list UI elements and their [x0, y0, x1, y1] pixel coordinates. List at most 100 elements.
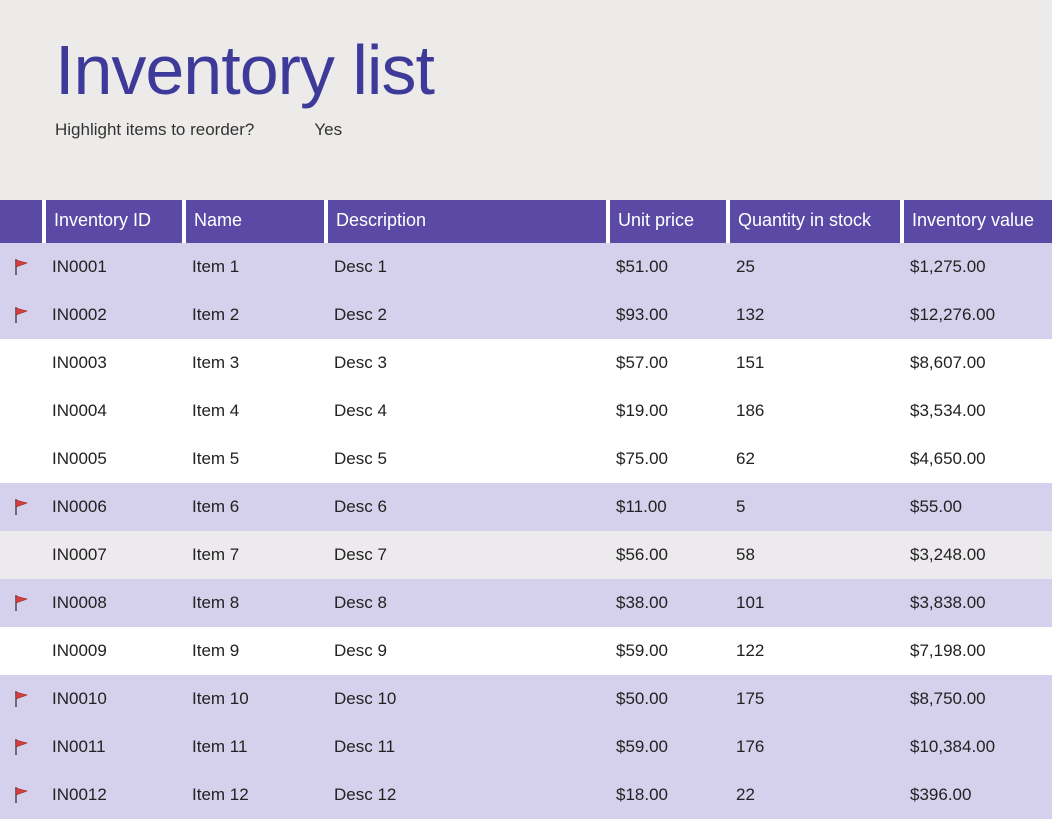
- table-header-row: Inventory ID Name Description Unit price…: [0, 200, 1052, 243]
- cell-description: Desc 3: [326, 339, 608, 387]
- table-row[interactable]: IN0004Item 4Desc 4$19.00186$3,534.00: [0, 387, 1052, 435]
- cell-inventory-value: $1,275.00: [902, 243, 1052, 291]
- flag-icon: [0, 483, 44, 531]
- cell-unit-price: $57.00: [608, 339, 728, 387]
- cell-description: Desc 10: [326, 675, 608, 723]
- reorder-setting: Highlight items to reorder? Yes: [55, 120, 1052, 140]
- cell-quantity: 5: [728, 483, 902, 531]
- cell-name: Item 3: [184, 339, 326, 387]
- cell-description: Desc 4: [326, 387, 608, 435]
- cell-inventory-value: $396.00: [902, 771, 1052, 819]
- cell-description: Desc 9: [326, 627, 608, 675]
- cell-unit-price: $18.00: [608, 771, 728, 819]
- cell-description: Desc 12: [326, 771, 608, 819]
- cell-description: Desc 8: [326, 579, 608, 627]
- flag-icon: [0, 291, 44, 339]
- cell-name: Item 8: [184, 579, 326, 627]
- table-body: IN0001Item 1Desc 1$51.0025$1,275.00IN000…: [0, 243, 1052, 819]
- cell-quantity: 25: [728, 243, 902, 291]
- cell-name: Item 2: [184, 291, 326, 339]
- col-name[interactable]: Name: [184, 200, 326, 243]
- cell-inventory-value: $8,607.00: [902, 339, 1052, 387]
- cell-unit-price: $59.00: [608, 723, 728, 771]
- table-row[interactable]: IN0007Item 7Desc 7$56.0058$3,248.00: [0, 531, 1052, 579]
- table-row[interactable]: IN0008Item 8Desc 8$38.00101$3,838.00: [0, 579, 1052, 627]
- cell-inventory-id: IN0004: [44, 387, 184, 435]
- cell-inventory-id: IN0007: [44, 531, 184, 579]
- cell-inventory-value: $3,838.00: [902, 579, 1052, 627]
- cell-quantity: 175: [728, 675, 902, 723]
- cell-name: Item 9: [184, 627, 326, 675]
- flag-icon: [0, 675, 44, 723]
- flag-icon: [0, 579, 44, 627]
- cell-inventory-value: $7,198.00: [902, 627, 1052, 675]
- flag-icon: [0, 771, 44, 819]
- table-row[interactable]: IN0002Item 2Desc 2$93.00132$12,276.00: [0, 291, 1052, 339]
- table-row[interactable]: IN0009Item 9Desc 9$59.00122$7,198.00: [0, 627, 1052, 675]
- cell-description: Desc 5: [326, 435, 608, 483]
- header-area: Inventory list Highlight items to reorde…: [0, 0, 1052, 200]
- cell-inventory-id: IN0008: [44, 579, 184, 627]
- table-row[interactable]: IN0012Item 12Desc 12$18.0022$396.00: [0, 771, 1052, 819]
- cell-inventory-value: $3,534.00: [902, 387, 1052, 435]
- cell-quantity: 22: [728, 771, 902, 819]
- table-row[interactable]: IN0001Item 1Desc 1$51.0025$1,275.00: [0, 243, 1052, 291]
- cell-unit-price: $56.00: [608, 531, 728, 579]
- cell-quantity: 186: [728, 387, 902, 435]
- cell-inventory-id: IN0009: [44, 627, 184, 675]
- cell-description: Desc 1: [326, 243, 608, 291]
- cell-inventory-id: IN0010: [44, 675, 184, 723]
- col-flag[interactable]: [0, 200, 44, 243]
- cell-name: Item 12: [184, 771, 326, 819]
- cell-unit-price: $19.00: [608, 387, 728, 435]
- table-row[interactable]: IN0010Item 10Desc 10$50.00175$8,750.00: [0, 675, 1052, 723]
- table-row[interactable]: IN0006Item 6Desc 6$11.005$55.00: [0, 483, 1052, 531]
- col-description[interactable]: Description: [326, 200, 608, 243]
- col-unit-price[interactable]: Unit price: [608, 200, 728, 243]
- cell-description: Desc 6: [326, 483, 608, 531]
- cell-name: Item 7: [184, 531, 326, 579]
- cell-quantity: 132: [728, 291, 902, 339]
- table-row[interactable]: IN0003Item 3Desc 3$57.00151$8,607.00: [0, 339, 1052, 387]
- cell-inventory-value: $55.00: [902, 483, 1052, 531]
- table-row[interactable]: IN0005Item 5Desc 5$75.0062$4,650.00: [0, 435, 1052, 483]
- cell-inventory-value: $3,248.00: [902, 531, 1052, 579]
- cell-inventory-value: $8,750.00: [902, 675, 1052, 723]
- inventory-table-wrap: Inventory ID Name Description Unit price…: [0, 200, 1052, 819]
- cell-quantity: 101: [728, 579, 902, 627]
- flag-icon: [0, 243, 44, 291]
- cell-inventory-id: IN0012: [44, 771, 184, 819]
- cell-unit-price: $50.00: [608, 675, 728, 723]
- cell-inventory-id: IN0002: [44, 291, 184, 339]
- cell-name: Item 6: [184, 483, 326, 531]
- cell-inventory-id: IN0006: [44, 483, 184, 531]
- cell-inventory-id: IN0011: [44, 723, 184, 771]
- table-row[interactable]: IN0011Item 11Desc 11$59.00176$10,384.00: [0, 723, 1052, 771]
- reorder-setting-label: Highlight items to reorder?: [55, 120, 254, 140]
- cell-unit-price: $38.00: [608, 579, 728, 627]
- cell-name: Item 1: [184, 243, 326, 291]
- reorder-setting-value: Yes: [314, 120, 342, 140]
- flag-icon: [0, 387, 44, 435]
- col-quantity[interactable]: Quantity in stock: [728, 200, 902, 243]
- inventory-table: Inventory ID Name Description Unit price…: [0, 200, 1052, 819]
- cell-inventory-value: $4,650.00: [902, 435, 1052, 483]
- cell-unit-price: $51.00: [608, 243, 728, 291]
- flag-icon: [0, 627, 44, 675]
- col-inventory-value[interactable]: Inventory value: [902, 200, 1052, 243]
- page-title: Inventory list: [55, 30, 1052, 110]
- cell-name: Item 5: [184, 435, 326, 483]
- cell-name: Item 10: [184, 675, 326, 723]
- cell-quantity: 58: [728, 531, 902, 579]
- cell-description: Desc 11: [326, 723, 608, 771]
- cell-quantity: 62: [728, 435, 902, 483]
- cell-inventory-id: IN0001: [44, 243, 184, 291]
- cell-inventory-id: IN0005: [44, 435, 184, 483]
- flag-icon: [0, 339, 44, 387]
- cell-unit-price: $11.00: [608, 483, 728, 531]
- cell-name: Item 4: [184, 387, 326, 435]
- col-inventory-id[interactable]: Inventory ID: [44, 200, 184, 243]
- flag-icon: [0, 435, 44, 483]
- cell-quantity: 151: [728, 339, 902, 387]
- cell-name: Item 11: [184, 723, 326, 771]
